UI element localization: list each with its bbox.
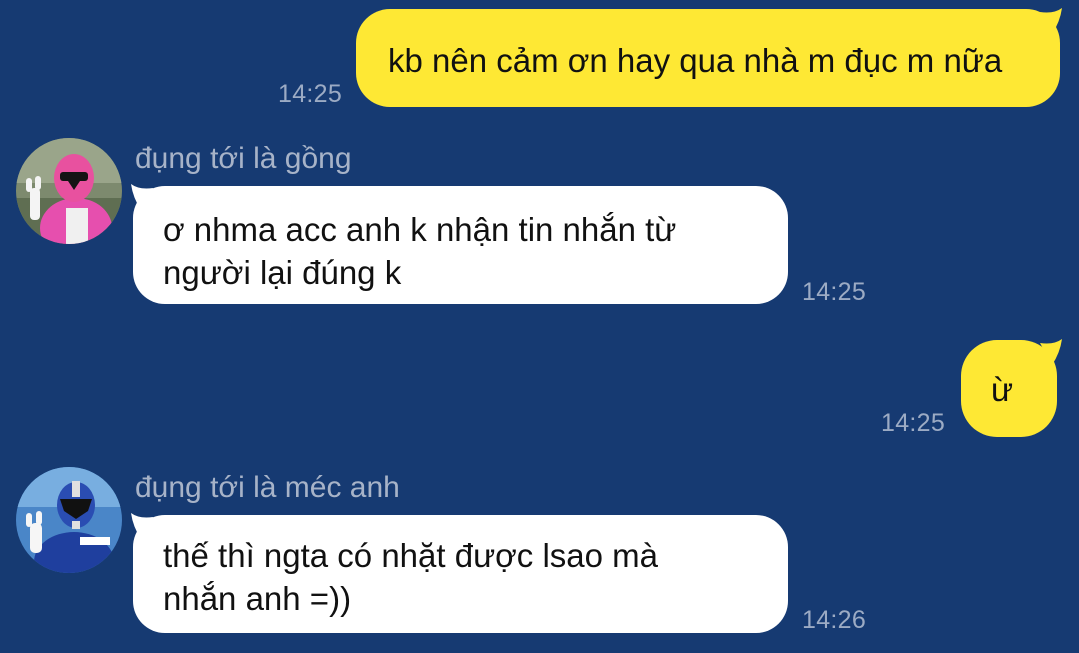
contact-avatar[interactable] xyxy=(16,467,122,573)
message-text: ừ xyxy=(991,371,1014,408)
incoming-message-bubble[interactable]: ơ nhma acc anh k nhận tin nhắn từ người … xyxy=(133,186,788,304)
message-timestamp: 14:25 xyxy=(278,80,343,108)
message-text-line: nhắn anh =)) xyxy=(163,580,352,617)
message-timestamp: 14:25 xyxy=(881,409,946,437)
sender-name: đụng tới là gồng xyxy=(135,142,352,175)
message-text-line: thế thì ngta có nhặt được lsao mà xyxy=(163,537,659,574)
blue-ranger-avatar-icon xyxy=(16,467,122,573)
bubble-tail-icon xyxy=(1040,339,1062,365)
message-text-line: người lại đúng k xyxy=(163,254,402,291)
message-text-line: ơ nhma acc anh k nhận tin nhắn từ xyxy=(163,211,677,248)
chat-message-list[interactable]: kb nên cảm ơn hay qua nhà m đục m nữa 14… xyxy=(0,0,1079,653)
contact-avatar[interactable] xyxy=(16,138,122,244)
bubble-tail-icon xyxy=(131,513,153,539)
outgoing-message-bubble[interactable]: kb nên cảm ơn hay qua nhà m đục m nữa xyxy=(356,9,1060,107)
message-text: kb nên cảm ơn hay qua nhà m đục m nữa xyxy=(388,42,1003,79)
bubble-tail-icon xyxy=(131,184,153,210)
bubble-tail-icon xyxy=(1040,8,1062,34)
message-timestamp: 14:25 xyxy=(802,278,867,306)
pink-ranger-avatar-icon xyxy=(16,138,122,244)
message-timestamp: 14:26 xyxy=(802,606,867,634)
incoming-message-bubble[interactable]: thế thì ngta có nhặt được lsao mà nhắn a… xyxy=(133,515,788,633)
sender-name: đụng tới là méc anh xyxy=(135,471,400,504)
